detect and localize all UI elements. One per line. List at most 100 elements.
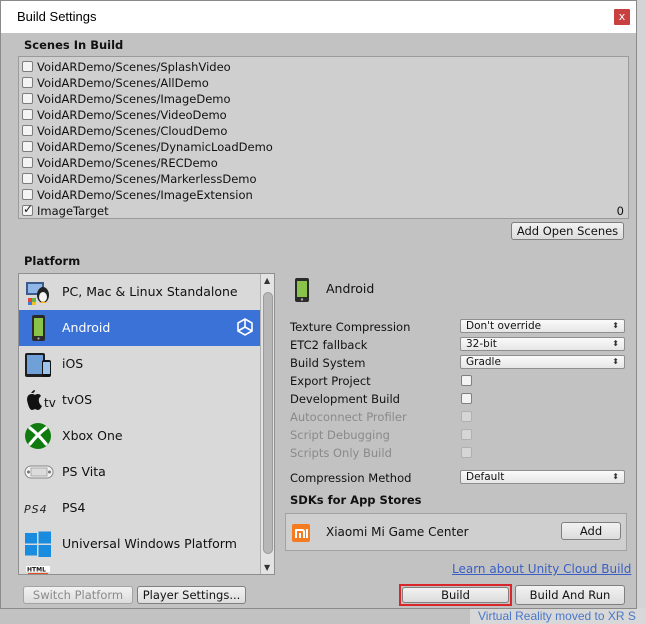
background-app-footer: Virtual Reality moved to XR S [470, 608, 646, 624]
unity-current-platform-icon [237, 318, 253, 336]
scene-row[interactable]: VoidARDemo/Scenes/ImageDemo [21, 91, 626, 107]
scene-checkbox[interactable] [22, 173, 33, 184]
scene-row[interactable]: VoidARDemo/Scenes/SplashVideo [21, 59, 626, 75]
scene-label: VoidARDemo/Scenes/DynamicLoadDemo [37, 140, 273, 154]
development-build-label: Development Build [290, 392, 400, 406]
ps4-icon: PS4 [24, 494, 52, 522]
platform-label: PS Vita [62, 464, 106, 479]
platform-label: Universal Windows Platform [62, 536, 237, 551]
scroll-up-icon[interactable]: ▲ [264, 276, 270, 285]
build-settings-window: Build Settings x Scenes In Build VoidARD… [0, 0, 637, 609]
platform-item-ps-vita[interactable]: PS Vita [19, 454, 260, 490]
scene-checkbox[interactable] [22, 189, 33, 200]
scenes-list[interactable]: VoidARDemo/Scenes/SplashVideo VoidARDemo/… [18, 56, 629, 219]
build-system-dropdown[interactable]: Gradle ⬍ [460, 355, 625, 369]
scene-label: VoidARDemo/Scenes/CloudDemo [37, 124, 228, 138]
scene-label: VoidARDemo/Scenes/VideoDemo [37, 108, 227, 122]
autoconnect-profiler-label: Autoconnect Profiler [290, 410, 407, 424]
dropdown-arrow-icon: ⬍ [612, 321, 619, 330]
scene-row[interactable]: VoidARDemo/Scenes/ImageExtension [21, 187, 626, 203]
scene-row[interactable]: VoidARDemo/Scenes/DynamicLoadDemo [21, 139, 626, 155]
android-header-icon [295, 278, 309, 302]
window-title: Build Settings [17, 9, 97, 24]
scene-row[interactable]: VoidARDemo/Scenes/RECDemo [21, 155, 626, 171]
scripts-only-build-label: Scripts Only Build [290, 446, 392, 460]
scene-row[interactable]: VoidARDemo/Scenes/CloudDemo [21, 123, 626, 139]
ios-icon [24, 350, 52, 378]
close-button[interactable]: x [614, 9, 630, 25]
platform-item-tvos[interactable]: tv tvOS [19, 382, 260, 418]
scene-row[interactable]: VoidARDemo/Scenes/VideoDemo [21, 107, 626, 123]
background-vr-link[interactable]: Virtual Reality moved to XR S [478, 609, 636, 623]
platform-list[interactable]: HTML Universal Windows Platform PS4 PS4 PS V… [18, 273, 275, 575]
etc2-fallback-value: 32-bit [466, 338, 497, 350]
add-open-scenes-button[interactable]: Add Open Scenes [511, 222, 624, 240]
build-system-label: Build System [290, 356, 366, 370]
scene-row[interactable]: VoidARDemo/Scenes/MarkerlessDemo [21, 171, 626, 187]
build-button[interactable]: Build [402, 587, 509, 603]
platform-label: PC, Mac & Linux Standalone [62, 284, 238, 299]
scene-checkbox[interactable] [22, 141, 33, 152]
export-project-label: Export Project [290, 374, 371, 388]
platform-section-title: Platform [24, 254, 81, 268]
sdk-add-button[interactable]: Add [561, 522, 621, 540]
scene-checkbox[interactable] [22, 77, 33, 88]
svg-text:HTML: HTML [27, 567, 46, 574]
platform-item-webgl[interactable]: HTML [19, 562, 260, 574]
scene-row[interactable]: VoidARDemo/Scenes/AllDemo [21, 75, 626, 91]
tvos-icon: tv [24, 386, 56, 414]
scene-label: VoidARDemo/Scenes/MarkerlessDemo [37, 172, 257, 186]
platform-item-pc-mac-linux-standalone[interactable]: PC, Mac & Linux Standalone [19, 274, 260, 310]
etc2-fallback-dropdown[interactable]: 32-bit ⬍ [460, 337, 625, 351]
cloud-build-link[interactable]: Learn about Unity Cloud Build [452, 562, 631, 576]
platform-label: iOS [62, 356, 84, 371]
export-project-checkbox[interactable] [461, 375, 472, 386]
platform-item-ios[interactable]: iOS [19, 346, 260, 382]
scripts-only-build-checkbox [461, 447, 472, 458]
scene-checkbox[interactable] [22, 93, 33, 104]
scroll-thumb[interactable] [263, 292, 273, 554]
platform-item-ps4[interactable]: PS4 PS4 [19, 490, 260, 526]
development-build-checkbox[interactable] [461, 393, 472, 404]
script-debugging-checkbox [461, 429, 472, 440]
svg-text:tv: tv [44, 396, 56, 410]
dropdown-arrow-icon: ⬍ [612, 357, 619, 366]
texture-compression-dropdown[interactable]: Don't override ⬍ [460, 319, 625, 333]
platform-item-android[interactable]: Android [19, 310, 260, 346]
scene-checkbox[interactable] [22, 157, 33, 168]
scene-checkbox[interactable] [22, 202, 33, 216]
build-and-run-button[interactable]: Build And Run [515, 585, 625, 605]
etc2-fallback-label: ETC2 fallback [290, 338, 368, 352]
scene-checkbox[interactable] [22, 125, 33, 136]
compression-method-value: Default [466, 471, 505, 483]
windows-icon [24, 530, 52, 558]
switch-platform-button[interactable]: Switch Platform [23, 586, 133, 604]
scene-label: VoidARDemo/Scenes/SplashVideo [37, 60, 231, 74]
title-bar[interactable]: Build Settings x [1, 1, 636, 33]
scene-index: 0 [616, 204, 624, 218]
platform-item-xbox-one[interactable]: Xbox One [19, 418, 260, 454]
texture-compression-value: Don't override [466, 320, 542, 332]
scroll-down-icon[interactable]: ▼ [264, 563, 270, 572]
compression-method-label: Compression Method [290, 471, 412, 485]
scene-checkbox[interactable] [22, 109, 33, 120]
dropdown-arrow-icon: ⬍ [612, 472, 619, 481]
compression-method-dropdown[interactable]: Default ⬍ [460, 470, 625, 484]
autoconnect-profiler-checkbox [461, 411, 472, 422]
platform-label: Xbox One [62, 428, 123, 443]
scene-label: VoidARDemo/Scenes/ImageDemo [37, 92, 231, 106]
scene-row[interactable]: ImageTarget 0 [21, 202, 626, 219]
svg-text:PS4: PS4 [24, 503, 48, 516]
platform-item-universal-windows-platform[interactable]: Universal Windows Platform [19, 526, 260, 562]
platform-label: PS4 [62, 500, 86, 515]
html5-icon: HTML [24, 566, 52, 574]
texture-compression-label: Texture Compression [290, 320, 411, 334]
scene-label: VoidARDemo/Scenes/AllDemo [37, 76, 209, 90]
platform-scrollbar[interactable]: ▲ ▼ [260, 274, 274, 574]
script-debugging-label: Script Debugging [290, 428, 390, 442]
sdks-section-title: SDKs for App Stores [290, 493, 422, 507]
scene-label: VoidARDemo/Scenes/RECDemo [37, 156, 218, 170]
android-icon [24, 314, 52, 342]
scene-checkbox[interactable] [22, 61, 33, 72]
player-settings-button[interactable]: Player Settings... [137, 586, 246, 604]
